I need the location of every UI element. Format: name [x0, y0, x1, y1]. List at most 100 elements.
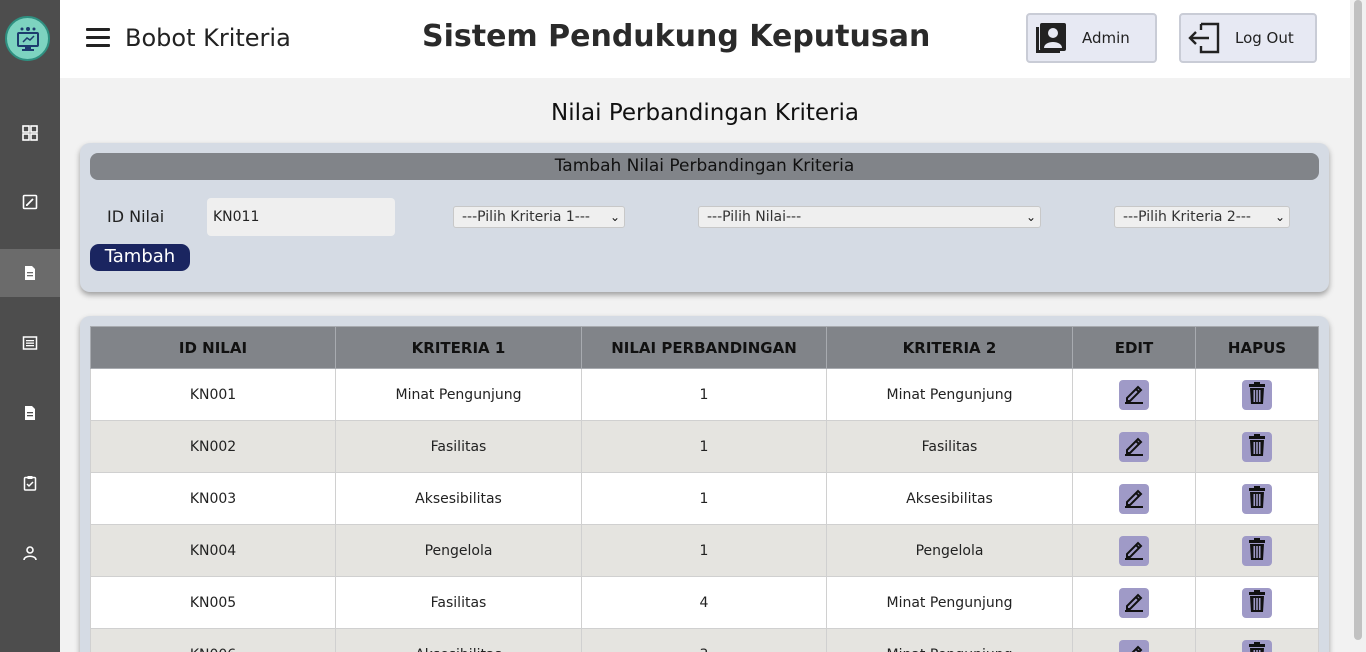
- cell-nilai: 1: [581, 368, 827, 421]
- sidebar-item-criteria[interactable]: [0, 178, 60, 226]
- hamburger-menu-icon[interactable]: [86, 28, 110, 48]
- admin-contact-icon: [1036, 23, 1066, 53]
- edit-button[interactable]: [1119, 483, 1149, 514]
- table-header-row: ID NILAI KRITERIA 1 NILAI PERBANDINGAN K…: [90, 326, 1319, 369]
- col-hapus: HAPUS: [1195, 326, 1319, 369]
- edit-pencil-icon: [1122, 381, 1146, 409]
- page-scrollbar[interactable]: [1350, 0, 1366, 652]
- nilai-select[interactable]: ---Pilih Nilai--- ⌄: [698, 206, 1041, 228]
- comparison-table: ID NILAI KRITERIA 1 NILAI PERBANDINGAN K…: [90, 326, 1319, 652]
- table-row: KN002 Fasilitas 1 Fasilitas: [90, 420, 1319, 473]
- edit-button[interactable]: [1119, 535, 1149, 566]
- cell-id: KN003: [90, 472, 336, 525]
- cell-hapus: [1195, 576, 1319, 629]
- edit-pencil-icon: [1122, 537, 1146, 565]
- cell-id: KN001: [90, 368, 336, 421]
- edit-button[interactable]: [1119, 431, 1149, 462]
- id-nilai-input[interactable]: [207, 198, 395, 236]
- cell-kriteria1: Aksesibilitas: [335, 472, 582, 525]
- table-row: KN006Aksesibilitas3Minat Pengunjung: [90, 628, 1319, 652]
- delete-button[interactable]: [1242, 431, 1272, 462]
- cell-kriteria1: Fasilitas: [335, 576, 582, 629]
- kriteria2-select-value: ---Pilih Kriteria 2---: [1123, 209, 1251, 225]
- cell-kriteria1: Aksesibilitas: [335, 628, 582, 652]
- logout-label: Log Out: [1235, 29, 1294, 47]
- delete-button[interactable]: [1242, 535, 1272, 566]
- cell-nilai: 4: [581, 576, 827, 629]
- col-id-nilai: ID NILAI: [90, 326, 336, 369]
- tambah-button[interactable]: Tambah: [90, 244, 190, 271]
- trash-icon: [1245, 433, 1269, 461]
- cell-kriteria2: Minat Pengunjung: [826, 368, 1073, 421]
- scrollbar-thumb[interactable]: [1354, 0, 1362, 640]
- edit-pencil-icon: [1122, 589, 1146, 617]
- cell-id: KN002: [90, 420, 336, 473]
- id-nilai-label: ID Nilai: [107, 207, 165, 226]
- admin-button[interactable]: Admin: [1026, 13, 1157, 63]
- col-nilai-perbandingan: NILAI PERBANDINGAN: [581, 326, 827, 369]
- kriteria2-select[interactable]: ---Pilih Kriteria 2--- ⌄: [1114, 206, 1290, 228]
- cell-nilai: 3: [581, 628, 827, 652]
- cell-hapus: [1195, 368, 1319, 421]
- delete-button[interactable]: [1242, 379, 1272, 410]
- delete-button[interactable]: [1242, 639, 1272, 652]
- edit-criteria-icon: [22, 194, 38, 210]
- kriteria1-select[interactable]: ---Pilih Kriteria 1--- ⌄: [453, 206, 625, 228]
- app-logo: [5, 16, 50, 61]
- col-kriteria1: KRITERIA 1: [335, 326, 582, 369]
- cell-id: KN004: [90, 524, 336, 577]
- delete-button[interactable]: [1242, 483, 1272, 514]
- admin-label: Admin: [1082, 29, 1130, 47]
- cell-nilai: 1: [581, 472, 827, 525]
- page-name: Bobot Kriteria: [125, 24, 291, 52]
- cell-edit: [1072, 628, 1196, 652]
- trash-icon: [1245, 485, 1269, 513]
- cell-edit: [1072, 420, 1196, 473]
- dashboard-icon: [22, 125, 38, 141]
- logout-button[interactable]: Log Out: [1179, 13, 1317, 63]
- computer-logo-icon: [16, 26, 39, 51]
- form-title: Tambah Nilai Perbandingan Kriteria: [90, 153, 1319, 180]
- cell-id: KN006: [90, 628, 336, 652]
- trash-icon: [1245, 537, 1269, 565]
- delete-button[interactable]: [1242, 587, 1272, 618]
- user-icon: [23, 546, 37, 561]
- table-row: KN001 Minat Pengunjung 1 Minat Pengunjung: [90, 368, 1319, 421]
- cell-kriteria2: Aksesibilitas: [826, 472, 1073, 525]
- cell-nilai: 1: [581, 524, 827, 577]
- cell-id: KN005: [90, 576, 336, 629]
- cell-edit: [1072, 524, 1196, 577]
- cell-hapus: [1195, 628, 1319, 652]
- clipboard-check-icon: [23, 476, 37, 491]
- col-kriteria2: KRITERIA 2: [826, 326, 1073, 369]
- kriteria1-select-value: ---Pilih Kriteria 1---: [462, 209, 590, 225]
- table-row: KN004 Pengelola 1 Pengelola: [90, 524, 1319, 577]
- cell-kriteria2: Minat Pengunjung: [826, 628, 1073, 652]
- table-card: ID NILAI KRITERIA 1 NILAI PERBANDINGAN K…: [80, 316, 1329, 652]
- section-title: Nilai Perbandingan Kriteria: [551, 100, 859, 126]
- sidebar-item-report[interactable]: [0, 389, 60, 437]
- sidebar-item-result[interactable]: [0, 459, 60, 507]
- document-icon: [25, 266, 35, 280]
- sidebar-item-dashboard[interactable]: [0, 109, 60, 157]
- trash-icon: [1245, 641, 1269, 652]
- sidebar-item-user[interactable]: [0, 529, 60, 577]
- edit-button[interactable]: [1119, 639, 1149, 652]
- cell-hapus: [1195, 472, 1319, 525]
- cell-kriteria2: Pengelola: [826, 524, 1073, 577]
- col-edit: EDIT: [1072, 326, 1196, 369]
- logout-icon: [1188, 22, 1220, 54]
- table-row: KN003 Aksesibilitas 1 Aksesibilitas: [90, 472, 1319, 525]
- sidebar-item-bobot[interactable]: [0, 249, 60, 297]
- chevron-down-icon: ⌄: [1025, 210, 1036, 224]
- edit-pencil-icon: [1122, 433, 1146, 461]
- sidebar-item-list[interactable]: [0, 319, 60, 367]
- edit-button[interactable]: [1119, 587, 1149, 618]
- cell-kriteria2: Minat Pengunjung: [826, 576, 1073, 629]
- cell-kriteria1: Minat Pengunjung: [335, 368, 582, 421]
- trash-icon: [1245, 589, 1269, 617]
- cell-edit: [1072, 576, 1196, 629]
- edit-button[interactable]: [1119, 379, 1149, 410]
- add-form-card: Tambah Nilai Perbandingan Kriteria ID Ni…: [80, 143, 1329, 292]
- chevron-down-icon: ⌄: [609, 210, 620, 224]
